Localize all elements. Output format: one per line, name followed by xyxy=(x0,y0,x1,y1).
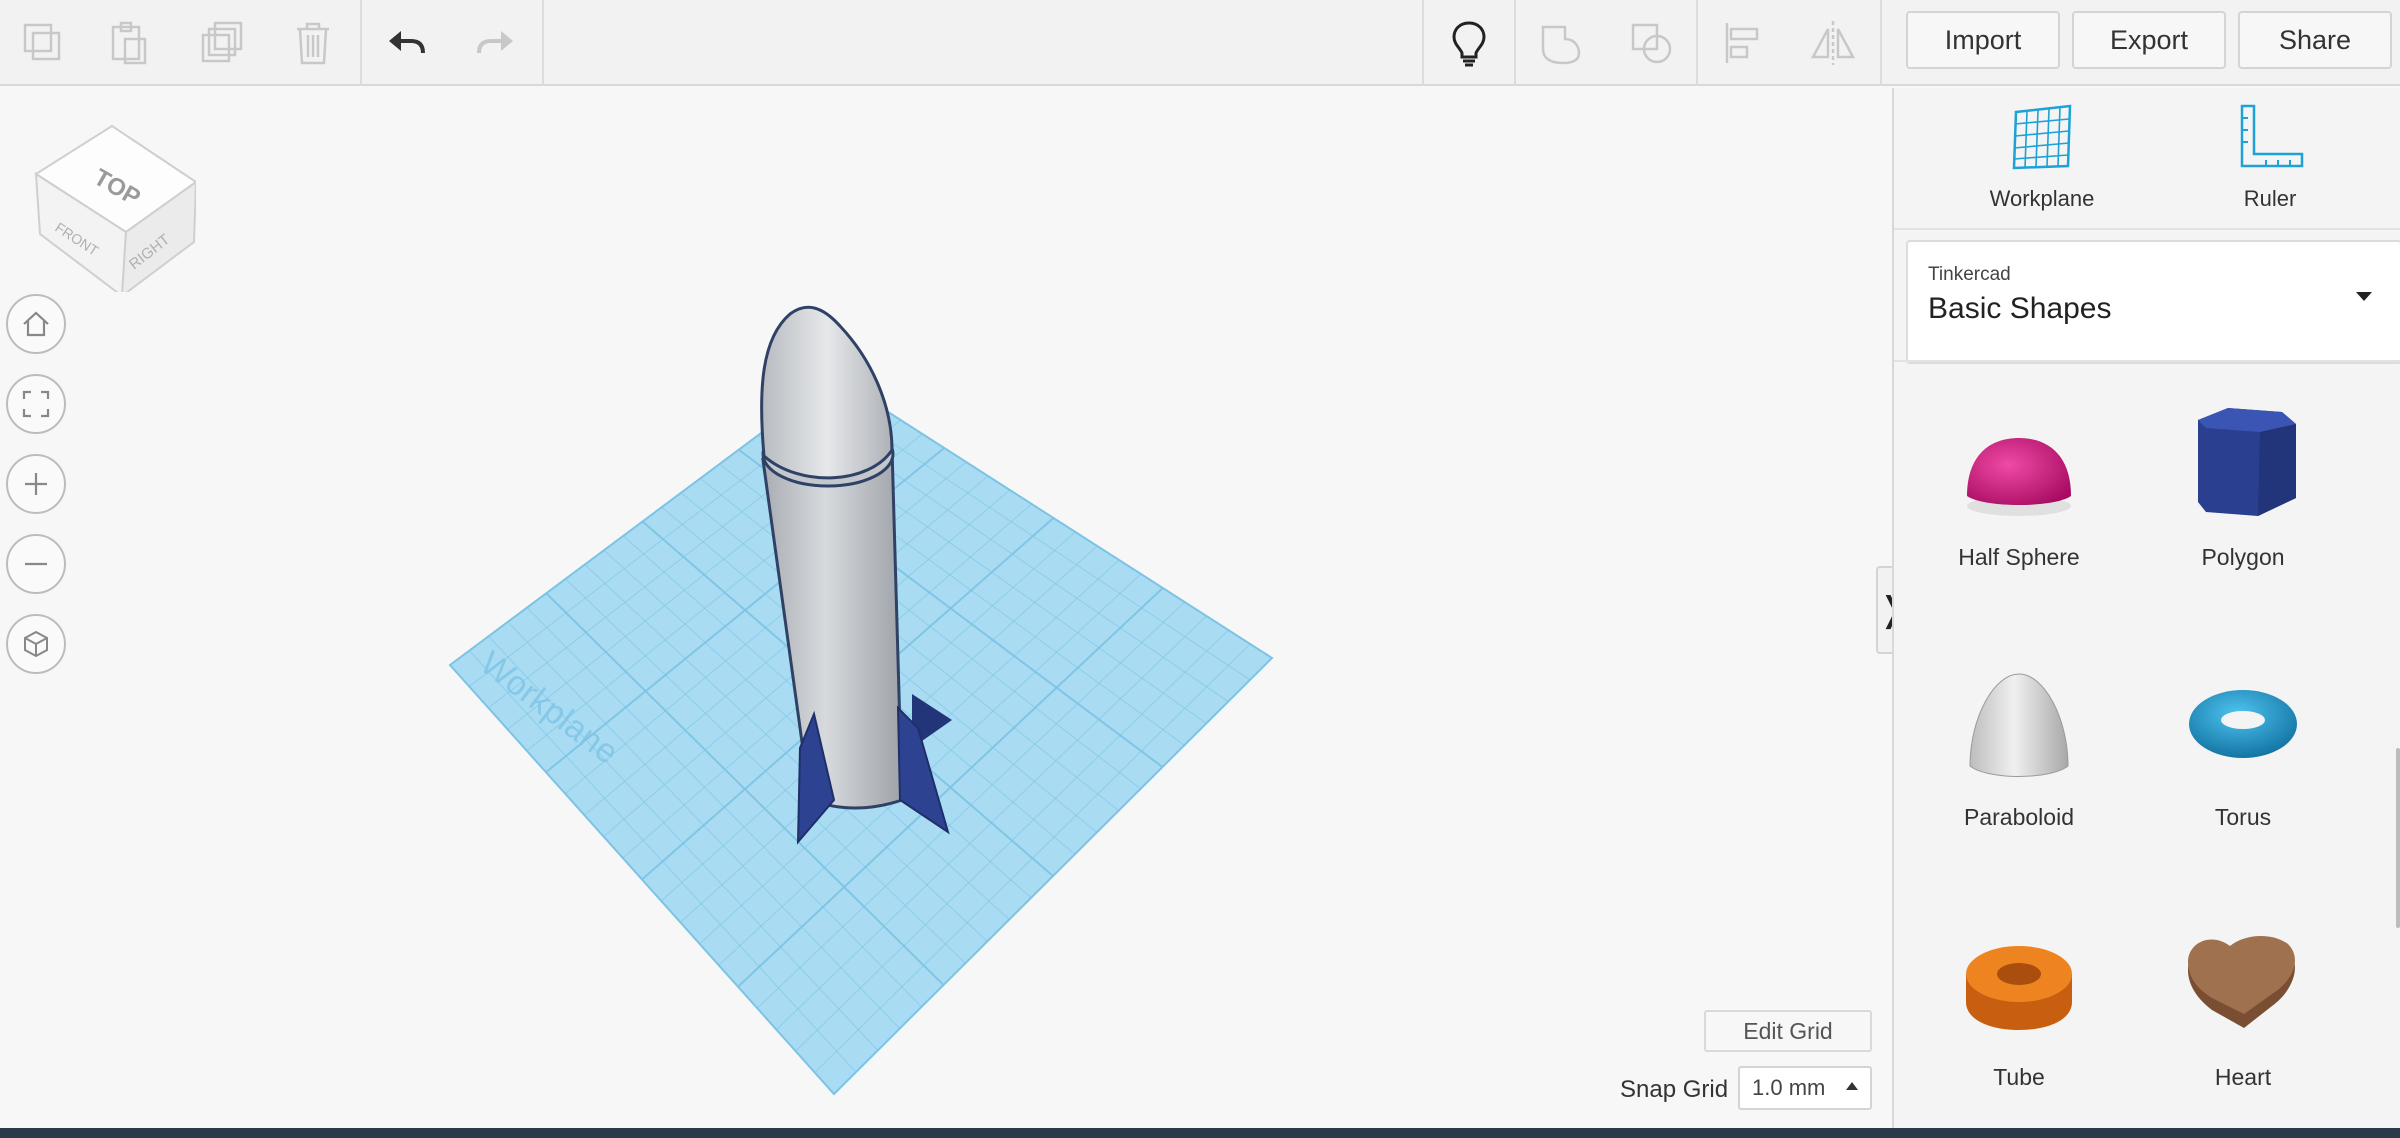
orthographic-icon xyxy=(24,630,48,658)
library-source: Tinkercad xyxy=(1928,264,2011,285)
group-button[interactable] xyxy=(1524,8,1598,78)
zoom-in-button[interactable] xyxy=(6,454,66,514)
paste-icon xyxy=(111,21,147,65)
chevron-down-icon xyxy=(2356,292,2372,301)
shape-half-sphere[interactable]: Half Sphere xyxy=(1914,398,2124,628)
panel-divider xyxy=(1894,228,2400,230)
undo-icon xyxy=(389,31,425,54)
toolbar-divider xyxy=(542,0,544,86)
shape-polygon[interactable]: Polygon xyxy=(2138,398,2348,628)
snap-grid-label: Snap Grid xyxy=(1620,1076,1729,1103)
snap-grid-select[interactable]: 1.0 mm xyxy=(1738,1066,1872,1110)
copy-icon xyxy=(23,23,61,61)
share-button[interactable]: Share xyxy=(2238,11,2392,69)
shape-label: Paraboloid xyxy=(1964,804,2074,830)
scene-canvas[interactable]: Workplane xyxy=(0,88,1892,1128)
duplicate-button[interactable] xyxy=(186,8,260,78)
duplicate-icon xyxy=(201,21,243,63)
trash-icon xyxy=(297,22,329,65)
shape-label: Polygon xyxy=(2201,544,2285,570)
redo-button[interactable] xyxy=(458,8,532,78)
panel-scrollbar[interactable] xyxy=(2396,748,2400,928)
snap-grid-value: 1.0 mm xyxy=(1752,1075,1826,1100)
home-icon xyxy=(23,311,49,337)
workplane-tool[interactable]: Workplane xyxy=(1942,102,2142,232)
fit-view-button[interactable] xyxy=(6,374,66,434)
ungroup-icon xyxy=(1631,23,1672,64)
zoom-out-icon xyxy=(25,562,47,566)
mirror-button[interactable] xyxy=(1796,8,1870,78)
polygon-icon xyxy=(2198,408,2296,516)
import-button[interactable]: Import xyxy=(1906,11,2060,69)
taskbar-strip xyxy=(0,1128,2400,1138)
ruler-tool[interactable]: Ruler xyxy=(2170,102,2370,232)
ruler-icon xyxy=(2240,104,2304,168)
3d-viewport[interactable]: Workplane TOP FRONT RIGHT Edit Grid Snap… xyxy=(0,88,1892,1128)
shape-label: Half Sphere xyxy=(1958,544,2080,570)
workplane-label: Workplane xyxy=(1989,186,2095,211)
shape-tube[interactable]: Tube xyxy=(1914,918,2124,1128)
fit-view-icon xyxy=(22,390,50,418)
group-icon xyxy=(1541,25,1581,65)
ungroup-button[interactable] xyxy=(1614,8,1688,78)
delete-button[interactable] xyxy=(276,8,350,78)
lightbulb-icon xyxy=(1452,21,1486,67)
zoom-in-icon xyxy=(25,473,47,495)
half-sphere-icon xyxy=(1967,438,2071,516)
toolbar-divider xyxy=(1880,0,1882,86)
mirror-icon xyxy=(1810,21,1856,65)
copy-button[interactable] xyxy=(6,8,80,78)
shape-label: Torus xyxy=(2214,804,2272,830)
ruler-label: Ruler xyxy=(2243,186,2297,211)
shape-paraboloid[interactable]: Paraboloid xyxy=(1914,658,2124,888)
home-view-button[interactable] xyxy=(6,294,66,354)
toolbar-divider xyxy=(1514,0,1516,86)
redo-icon xyxy=(477,31,513,54)
top-toolbar: Import Export Share xyxy=(0,0,2400,86)
show-tips-button[interactable] xyxy=(1432,8,1506,78)
undo-button[interactable] xyxy=(370,8,444,78)
torus-icon xyxy=(2189,690,2297,758)
shape-torus[interactable]: Torus xyxy=(2138,658,2348,888)
shape-heart[interactable]: Heart xyxy=(2138,918,2348,1128)
toolbar-divider xyxy=(1422,0,1424,86)
orthographic-toggle-button[interactable] xyxy=(6,614,66,674)
tube-icon xyxy=(1966,946,2072,1030)
toolbar-divider xyxy=(360,0,362,86)
shape-label: Tube xyxy=(1993,1064,2045,1090)
shapes-panel: Workplane Ruler Tinkercad Basic Shapes H… xyxy=(1892,88,2400,1128)
toolbar-divider xyxy=(1696,0,1698,86)
shape-library-select[interactable]: Tinkercad Basic Shapes xyxy=(1906,240,2400,364)
rocket-nose-cone[interactable] xyxy=(760,305,894,480)
library-name: Basic Shapes xyxy=(1928,292,2112,325)
align-button[interactable] xyxy=(1706,8,1780,78)
paste-button[interactable] xyxy=(92,8,166,78)
align-icon xyxy=(1725,23,1759,63)
caret-up-icon xyxy=(1846,1082,1858,1090)
edit-grid-button[interactable]: Edit Grid xyxy=(1704,1010,1872,1052)
zoom-out-button[interactable] xyxy=(6,534,66,594)
shapes-grid: Half Sphere Polygon Paraboloid Torus Tub… xyxy=(1894,362,2400,1128)
heart-icon xyxy=(2188,935,2295,1028)
view-cube[interactable]: TOP FRONT RIGHT xyxy=(26,112,196,292)
export-button[interactable]: Export xyxy=(2072,11,2226,69)
paraboloid-icon xyxy=(1969,673,2069,777)
shape-label: Heart xyxy=(2214,1064,2272,1090)
workplane-grid-icon xyxy=(2012,104,2072,170)
